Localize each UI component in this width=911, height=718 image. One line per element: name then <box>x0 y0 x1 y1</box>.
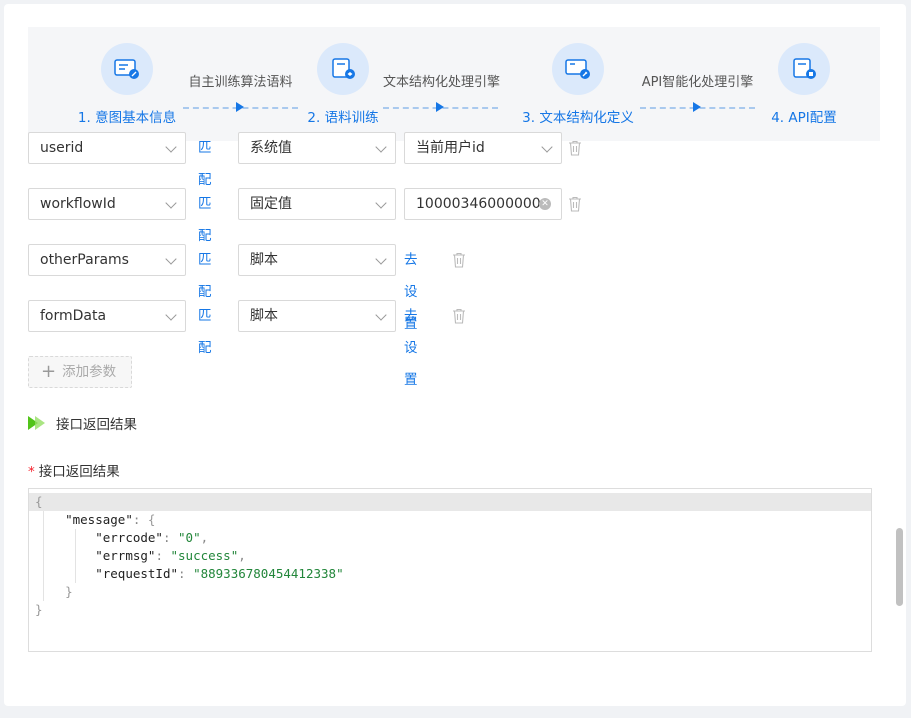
code-line: "requestId": "889336780454412338" <box>95 566 344 581</box>
step-4-label: 4. API配置 <box>771 110 837 126</box>
section-title: 接口返回结果 <box>28 413 137 433</box>
delete-icon[interactable] <box>452 252 466 268</box>
steps-bar: 1. 意图基本信息 自主训练算法语料 2. 语料训练 文本结构化处理引擎 3. … <box>28 27 880 141</box>
go-settings-link[interactable]: 去设置 <box>404 300 418 396</box>
connector-2-label: 文本结构化处理引擎 <box>383 75 501 90</box>
step-3[interactable]: 3. 文本结构化定义 <box>508 43 648 126</box>
intent-info-icon <box>101 43 153 95</box>
param-name-select[interactable]: formData <box>28 300 186 332</box>
param-source-select[interactable]: 系统值 <box>238 132 396 164</box>
param-source-select[interactable]: 脚本 <box>238 244 396 276</box>
main-panel: 1. 意图基本信息 自主训练算法语料 2. 语料训练 文本结构化处理引擎 3. … <box>4 4 906 706</box>
delete-icon[interactable] <box>568 140 582 156</box>
chevron-down-icon <box>375 309 387 321</box>
code-line: } <box>35 602 43 617</box>
chevron-down-icon <box>165 141 177 153</box>
active-line-highlight <box>29 493 871 511</box>
match-link[interactable]: 匹配 <box>198 188 212 252</box>
structure-definition-icon <box>552 43 604 95</box>
chevron-down-icon <box>375 197 387 209</box>
param-value-select[interactable]: 当前用户id <box>404 132 562 164</box>
delete-icon[interactable] <box>568 196 582 212</box>
connector-2-arrow <box>383 102 498 112</box>
corpus-training-icon <box>317 43 369 95</box>
chevron-down-icon <box>165 253 177 265</box>
match-link[interactable]: 匹配 <box>198 244 212 308</box>
step-3-label: 3. 文本结构化定义 <box>522 110 634 126</box>
result-field-label: * 接口返回结果 <box>28 464 120 480</box>
param-name-select[interactable]: userid <box>28 132 186 164</box>
param-source-select[interactable]: 固定值 <box>238 188 396 220</box>
step-1[interactable]: 1. 意图基本信息 <box>57 43 197 126</box>
response-code-editor[interactable]: { "message": { "errcode": "0", "errmsg":… <box>28 488 872 652</box>
chevron-down-icon <box>375 141 387 153</box>
play-icon <box>28 416 45 430</box>
chevron-down-icon <box>541 141 553 153</box>
match-link[interactable]: 匹配 <box>198 132 212 196</box>
code-line: "message": { <box>65 512 156 527</box>
plus-icon: + <box>41 361 57 382</box>
step-1-label: 1. 意图基本信息 <box>77 110 177 126</box>
code-line: } <box>65 584 73 599</box>
connector-2: 文本结构化处理引擎 <box>383 71 501 112</box>
code-line: "errcode": "0", <box>95 530 209 545</box>
code-line: { <box>35 494 43 509</box>
code-line: "errmsg": "success", <box>95 548 246 563</box>
step-4[interactable]: 4. API配置 <box>734 43 874 126</box>
chevron-down-icon <box>165 197 177 209</box>
param-value-input[interactable]: 10000346000000 ✕ <box>404 188 562 220</box>
clear-icon[interactable]: ✕ <box>539 198 551 210</box>
api-config-icon <box>778 43 830 95</box>
chevron-down-icon <box>165 309 177 321</box>
param-name-select[interactable]: otherParams <box>28 244 186 276</box>
match-link[interactable]: 匹配 <box>198 300 212 364</box>
add-param-button[interactable]: + 添加参数 <box>28 356 132 388</box>
param-source-select[interactable]: 脚本 <box>238 300 396 332</box>
param-name-select[interactable]: workflowId <box>28 188 186 220</box>
chevron-down-icon <box>375 253 387 265</box>
vertical-scrollbar[interactable] <box>896 528 903 606</box>
required-asterisk: * <box>28 464 35 480</box>
section-title-text: 接口返回结果 <box>56 417 137 433</box>
delete-icon[interactable] <box>452 308 466 324</box>
